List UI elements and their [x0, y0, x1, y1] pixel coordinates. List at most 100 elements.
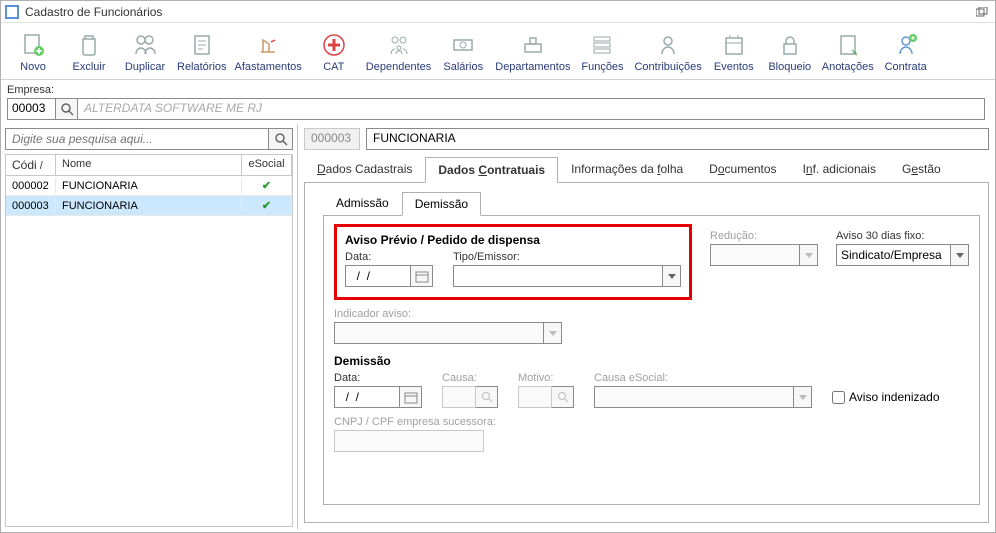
toolbar-label: Novo	[20, 61, 46, 73]
toolbar-cat[interactable]: CAT	[306, 29, 362, 75]
empresa-label: Empresa:	[7, 84, 989, 96]
delete-icon	[75, 31, 103, 59]
causa-label: Causa:	[442, 372, 498, 384]
toolbar-label: Salários	[443, 61, 483, 73]
toolbar-label: Contribuições	[634, 61, 701, 73]
cnpj-label: CNPJ / CPF empresa sucessora:	[334, 416, 969, 428]
subtab-demissao[interactable]: Demissão	[402, 192, 481, 216]
selected-name-input[interactable]: FUNCIONARIA	[366, 128, 989, 150]
toolbar-anotacoes[interactable]: Anotações	[818, 29, 878, 75]
tab-documentos[interactable]: Documentos	[696, 156, 789, 182]
calendar-icon[interactable]	[411, 265, 433, 287]
toolbar-bloqueio[interactable]: Bloqueio	[762, 29, 818, 75]
notes-icon	[834, 31, 862, 59]
dropdown-icon[interactable]	[951, 244, 969, 266]
row-codi: 000003	[6, 198, 56, 214]
toolbar-duplicar[interactable]: Duplicar	[117, 29, 173, 75]
toolbar-label: Afastamentos	[235, 61, 302, 73]
dropdown-icon	[544, 322, 562, 344]
dependents-icon	[385, 31, 413, 59]
toolbar-label: Dependentes	[366, 61, 431, 73]
toolbar-label: Contrata	[885, 61, 927, 73]
reducao-label: Redução:	[710, 230, 818, 242]
dropdown-icon	[794, 386, 812, 408]
aviso-indenizado-checkbox[interactable]	[832, 391, 845, 404]
away-icon	[254, 31, 282, 59]
causa-esocial-combo	[594, 386, 794, 408]
toolbar-salarios[interactable]: Salários	[435, 29, 491, 75]
employee-search-input[interactable]	[5, 128, 269, 150]
toolbar-novo[interactable]: Novo	[5, 29, 61, 75]
toolbar-label: Relatórios	[177, 61, 227, 73]
dropdown-icon[interactable]	[663, 265, 681, 287]
functions-icon	[588, 31, 616, 59]
cnpj-input	[334, 430, 484, 452]
tab-dados-contratuais[interactable]: Dados Contratuais	[425, 157, 558, 183]
aviso30-label: Aviso 30 dias fixo:	[836, 230, 969, 242]
toolbar-funcoes[interactable]: Funções	[574, 29, 630, 75]
toolbar-contribuicoes[interactable]: Contribuições	[630, 29, 705, 75]
row-esocial-check-icon: ✔	[242, 177, 292, 194]
motivo-input	[518, 386, 552, 408]
window-restore-button[interactable]	[973, 5, 991, 19]
tab-gestao[interactable]: Gestão	[889, 156, 954, 182]
table-row[interactable]: 000002 FUNCIONARIA ✔	[6, 176, 292, 196]
cat-icon	[320, 31, 348, 59]
toolbar-label: Duplicar	[125, 61, 165, 73]
contracts-icon	[892, 31, 920, 59]
subtab-admissao[interactable]: Admissão	[323, 191, 402, 215]
grid-header-nome[interactable]: Nome	[56, 155, 242, 175]
toolbar-label: Funções	[581, 61, 623, 73]
empresa-name-display: ALTERDATA SOFTWARE ME RJ	[78, 99, 984, 119]
aviso-previo-highlight: Aviso Prévio / Pedido de dispensa Data:	[334, 224, 692, 300]
search-icon	[552, 386, 574, 408]
toolbar-dependentes[interactable]: Dependentes	[362, 29, 435, 75]
table-row[interactable]: 000003 FUNCIONARIA ✔	[6, 196, 292, 216]
aviso-indenizado-label: Aviso indenizado	[849, 390, 940, 404]
indicador-label: Indicador aviso:	[334, 308, 969, 320]
aviso-data-input[interactable]	[345, 265, 411, 287]
tab-dados-cadastrais[interactable]: Dados Cadastrais	[304, 156, 425, 182]
salaries-icon	[449, 31, 477, 59]
toolbar-label: Departamentos	[495, 61, 570, 73]
employee-search-button[interactable]	[269, 128, 293, 150]
right-pane: 000003 FUNCIONARIA Dados Cadastrais Dado…	[298, 124, 995, 529]
dropdown-icon	[800, 244, 818, 266]
toolbar-afastamentos[interactable]: Afastamentos	[231, 29, 306, 75]
tab-inf-adicionais[interactable]: Inf. adicionais	[790, 156, 889, 182]
search-icon	[476, 386, 498, 408]
tab-panel: Admissão Demissão Aviso Prévio / Pedido …	[304, 182, 989, 523]
toolbar-relatorios[interactable]: Relatórios	[173, 29, 231, 75]
toolbar-contratacao[interactable]: Contrata	[878, 29, 934, 75]
empresa-row: Empresa: 00003 ALTERDATA SOFTWARE ME RJ	[1, 80, 995, 124]
indicador-combo	[334, 322, 544, 344]
row-nome: FUNCIONARIA	[56, 178, 242, 194]
new-icon	[19, 31, 47, 59]
tab-informacoes-folha[interactable]: Informações da folha	[558, 156, 696, 182]
employee-grid: Códi / Nome eSocial 000002 FUNCIONARIA ✔…	[5, 154, 293, 527]
toolbar-excluir[interactable]: Excluir	[61, 29, 117, 75]
toolbar-departamentos[interactable]: Departamentos	[491, 29, 574, 75]
empresa-code-input[interactable]: 00003	[8, 99, 56, 119]
demissao-section-title: Demissão	[334, 354, 969, 368]
toolbar-eventos[interactable]: Eventos	[706, 29, 762, 75]
grid-header-esocial[interactable]: eSocial	[242, 155, 292, 175]
aviso-tipo-label: Tipo/Emissor:	[453, 251, 681, 263]
toolbar-label: Eventos	[714, 61, 754, 73]
aviso-tipo-combo[interactable]	[453, 265, 663, 287]
selected-code-display: 000003	[304, 128, 360, 150]
toolbar-label: Excluir	[72, 61, 105, 73]
reducao-combo	[710, 244, 800, 266]
aviso30-combo[interactable]	[836, 244, 951, 266]
events-icon	[720, 31, 748, 59]
demissao-data-input[interactable]	[334, 386, 400, 408]
calendar-icon[interactable]	[400, 386, 422, 408]
toolbar: Novo Excluir Duplicar Relatórios Afastam…	[1, 23, 995, 80]
main-tabs: Dados Cadastrais Dados Contratuais Infor…	[304, 156, 989, 182]
toolbar-label: CAT	[323, 61, 344, 73]
causa-esocial-label: Causa eSocial:	[594, 372, 812, 384]
grid-header-codi[interactable]: Códi /	[6, 155, 56, 175]
motivo-label: Motivo:	[518, 372, 574, 384]
aviso-data-label: Data:	[345, 251, 433, 263]
empresa-search-button[interactable]	[56, 99, 78, 119]
